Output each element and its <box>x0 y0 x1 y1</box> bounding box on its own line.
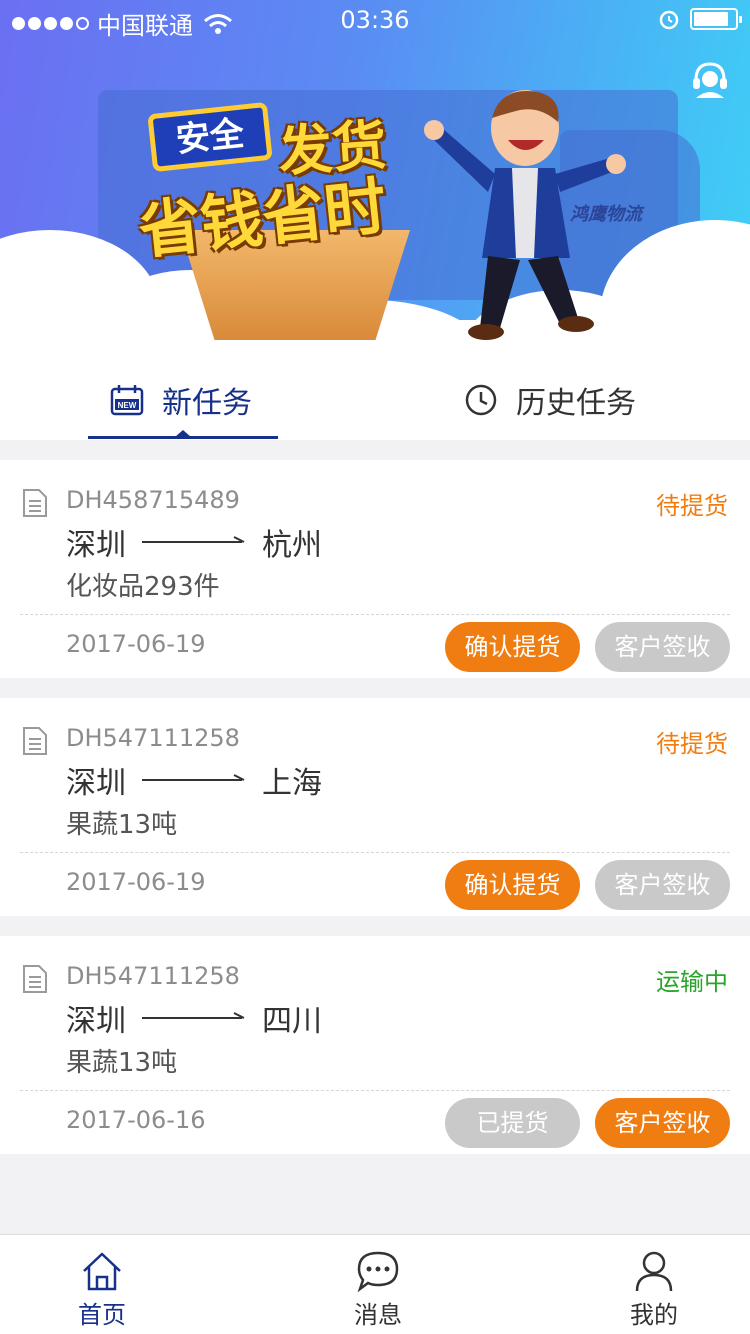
divider <box>20 852 730 853</box>
route-arrow-icon <box>142 774 245 781</box>
route-destination: 四川 <box>262 1004 322 1039</box>
calendar-new-icon: NEW <box>110 384 144 416</box>
active-tab-caret <box>175 430 191 437</box>
status-bar: 中国联通 03:36 <box>0 0 750 40</box>
order-number: DH458715489 <box>66 486 240 514</box>
route: 深圳 杭州 <box>66 522 322 563</box>
document-icon <box>23 965 47 993</box>
order-number: DH547111258 <box>66 962 240 990</box>
order-card[interactable]: DH547111258 待提货 深圳 上海 果蔬13吨 2017-06-19 确… <box>0 698 750 916</box>
order-status: 待提货 <box>656 492 728 520</box>
cargo-description: 果蔬13吨 <box>66 810 178 840</box>
order-card[interactable]: DH458715489 待提货 深圳 杭州 化妆品293件 2017-06-19… <box>0 460 750 678</box>
task-tabs: NEW 新任务 历史任务 <box>0 360 750 440</box>
order-date: 2017-06-16 <box>66 1106 206 1134</box>
route-origin: 深圳 <box>66 528 126 563</box>
route-destination: 杭州 <box>262 528 322 563</box>
confirm-pickup-button[interactable]: 确认提货 <box>445 622 580 672</box>
order-date: 2017-06-19 <box>66 868 206 896</box>
customer-sign-button[interactable]: 客户签收 <box>595 1098 730 1148</box>
order-card[interactable]: DH547111258 运输中 深圳 四川 果蔬13吨 2017-06-16 已… <box>0 936 750 1154</box>
promo-banner: 鸿鹰物流 安全 发货 省钱省时 中国联通 03:36 <box>0 0 750 360</box>
route-origin: 深圳 <box>66 766 126 801</box>
tab-label: 新任务 <box>162 386 252 421</box>
clock-time: 03:36 <box>340 6 410 34</box>
tab-history-tasks[interactable]: 历史任务 <box>464 360 636 440</box>
home-icon <box>83 1252 121 1291</box>
customer-sign-button[interactable]: 客户签收 <box>595 622 730 672</box>
customer-sign-button[interactable]: 客户签收 <box>595 860 730 910</box>
order-status: 运输中 <box>656 968 728 996</box>
bottom-navigation: 首页 消息 我的 <box>0 1234 750 1334</box>
nav-profile[interactable]: 我的 <box>594 1235 714 1334</box>
route-arrow-icon <box>142 536 245 543</box>
route-destination: 上海 <box>262 766 322 801</box>
battery-icon <box>690 8 742 30</box>
nav-label: 首页 <box>78 1301 126 1329</box>
route: 深圳 四川 <box>66 998 322 1039</box>
document-icon <box>23 489 47 517</box>
tab-new-tasks[interactable]: NEW 新任务 <box>110 360 252 440</box>
order-number: DH547111258 <box>66 724 240 752</box>
user-icon <box>635 1251 673 1292</box>
order-status: 待提货 <box>656 730 728 758</box>
order-date: 2017-06-19 <box>66 630 206 658</box>
cartoon-man-illustration <box>424 90 626 340</box>
picked-up-button[interactable]: 已提货 <box>445 1098 580 1148</box>
clock-icon <box>464 383 498 417</box>
svg-text:NEW: NEW <box>118 401 137 410</box>
nav-label: 我的 <box>630 1301 678 1329</box>
divider <box>20 1090 730 1091</box>
divider <box>20 614 730 615</box>
chat-icon <box>357 1251 399 1293</box>
nav-messages[interactable]: 消息 <box>318 1235 438 1334</box>
route-arrow-icon <box>142 1012 245 1019</box>
confirm-pickup-button[interactable]: 确认提货 <box>445 860 580 910</box>
route: 深圳 上海 <box>66 760 322 801</box>
route-origin: 深圳 <box>66 1004 126 1039</box>
document-icon <box>23 727 47 755</box>
tab-label: 历史任务 <box>516 386 636 421</box>
cargo-description: 果蔬13吨 <box>66 1048 178 1078</box>
customer-service-icon[interactable] <box>690 60 730 100</box>
nav-home[interactable]: 首页 <box>42 1235 162 1334</box>
cargo-description: 化妆品293件 <box>66 572 220 602</box>
nav-label: 消息 <box>354 1301 402 1329</box>
alarm-icon <box>659 10 679 30</box>
